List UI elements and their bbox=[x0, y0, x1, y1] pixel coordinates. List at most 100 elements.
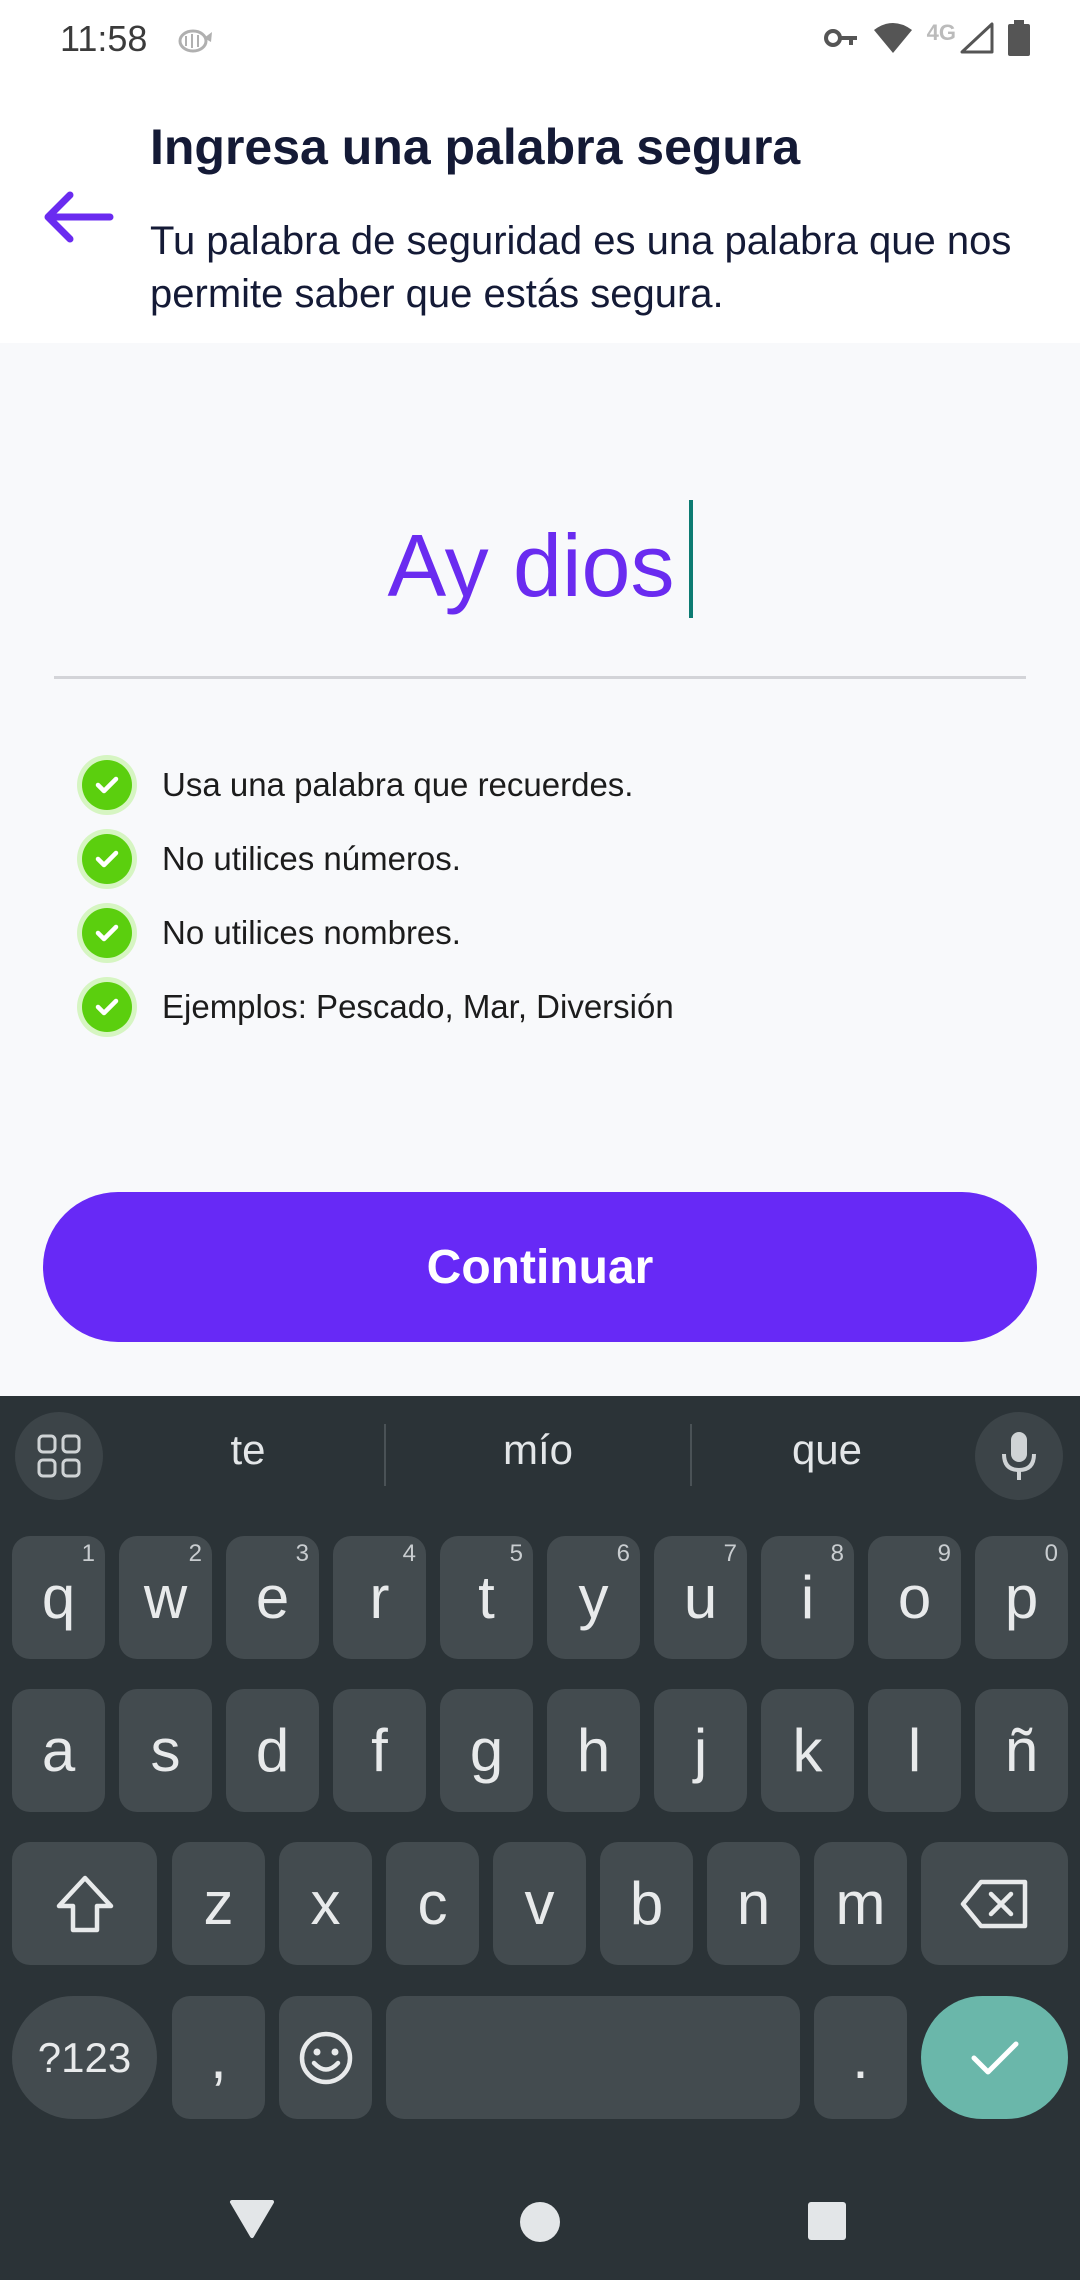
key-number-hint: 4 bbox=[402, 1540, 416, 1567]
network-type-label: 4G bbox=[926, 20, 956, 45]
key-number-hint: 2 bbox=[188, 1540, 202, 1567]
key-number-hint: 9 bbox=[937, 1540, 951, 1567]
key-t[interactable]: t5 bbox=[440, 1536, 533, 1659]
key-l[interactable]: l bbox=[868, 1689, 961, 1812]
key-j[interactable]: j bbox=[654, 1689, 747, 1812]
key-number-hint: 6 bbox=[616, 1540, 630, 1567]
key-e[interactable]: e3 bbox=[226, 1536, 319, 1659]
key-number-hint: 3 bbox=[295, 1540, 309, 1567]
microphone-icon[interactable] bbox=[975, 1412, 1063, 1500]
key-label: i bbox=[800, 1564, 815, 1631]
nav-back-icon[interactable] bbox=[228, 2198, 276, 2245]
header: Ingresa una palabra segura Tu palabra de… bbox=[0, 80, 1080, 343]
key-v[interactable]: v bbox=[493, 1842, 586, 1965]
key-number-hint: 1 bbox=[81, 1540, 95, 1567]
rule-item: Usa una palabra que recuerdes. bbox=[82, 748, 674, 822]
rules-list: Usa una palabra que recuerdes. No utilic… bbox=[82, 748, 674, 1044]
suggestion-1[interactable]: te bbox=[148, 1426, 348, 1474]
key-c[interactable]: c bbox=[386, 1842, 479, 1965]
key-label: u bbox=[683, 1564, 718, 1631]
key-number-hint: 5 bbox=[509, 1540, 523, 1567]
rule-text: Usa una palabra que recuerdes. bbox=[162, 766, 634, 803]
key-y[interactable]: y6 bbox=[547, 1536, 640, 1659]
enter-key[interactable] bbox=[921, 1996, 1068, 2119]
rule-item: No utilices números. bbox=[82, 822, 674, 896]
key-label: e bbox=[255, 1564, 290, 1631]
key-enye[interactable]: ñ bbox=[975, 1689, 1068, 1812]
key-h[interactable]: h bbox=[547, 1689, 640, 1812]
word-input-value: Ay dios bbox=[387, 516, 675, 615]
key-f[interactable]: f bbox=[333, 1689, 426, 1812]
key-label: w bbox=[143, 1564, 188, 1631]
key-number-hint: 8 bbox=[830, 1540, 844, 1567]
back-arrow-icon[interactable] bbox=[38, 182, 116, 252]
comma-key[interactable]: , bbox=[172, 1996, 265, 2119]
key-label: q bbox=[41, 1564, 76, 1631]
key-i[interactable]: i8 bbox=[761, 1536, 854, 1659]
rule-text: Ejemplos: Pescado, Mar, Diversión bbox=[162, 988, 674, 1025]
key-z[interactable]: z bbox=[172, 1842, 265, 1965]
suggestion-3[interactable]: que bbox=[727, 1426, 927, 1474]
text-cursor bbox=[688, 500, 693, 618]
rule-text: No utilices números. bbox=[162, 840, 461, 877]
emoji-smiley-icon bbox=[299, 2031, 352, 2084]
shift-key[interactable] bbox=[12, 1842, 157, 1965]
backspace-icon bbox=[960, 1879, 1027, 1928]
symbols-key[interactable]: ?123 bbox=[12, 1996, 157, 2119]
key-n[interactable]: n bbox=[707, 1842, 800, 1965]
key-q[interactable]: q1 bbox=[12, 1536, 105, 1659]
continue-button[interactable]: Continuar bbox=[43, 1192, 1037, 1342]
key-o[interactable]: o9 bbox=[868, 1536, 961, 1659]
navigation-bar bbox=[0, 2162, 1080, 2280]
page-subtitle: Tu palabra de seguridad es una palabra q… bbox=[150, 219, 1012, 316]
status-time: 11:58 bbox=[60, 18, 148, 59]
key-label: y bbox=[578, 1564, 609, 1631]
backspace-key[interactable] bbox=[921, 1842, 1068, 1965]
check-circle-icon bbox=[82, 760, 132, 810]
suggestion-bar: te mío que bbox=[0, 1396, 1080, 1514]
input-underline bbox=[54, 676, 1026, 679]
key-x[interactable]: x bbox=[279, 1842, 372, 1965]
suggestion-2[interactable]: mío bbox=[438, 1426, 638, 1474]
period-key[interactable]: . bbox=[814, 1996, 907, 2119]
battery-icon bbox=[1008, 19, 1030, 61]
word-input[interactable]: Ay dios bbox=[0, 500, 1080, 618]
key-a[interactable]: a bbox=[12, 1689, 105, 1812]
key-m[interactable]: m bbox=[814, 1842, 907, 1965]
space-key[interactable] bbox=[386, 1996, 800, 2119]
check-circle-icon bbox=[82, 908, 132, 958]
key-s[interactable]: s bbox=[119, 1689, 212, 1812]
rule-item: Ejemplos: Pescado, Mar, Diversión bbox=[82, 970, 674, 1044]
emoji-key[interactable] bbox=[279, 1996, 372, 2119]
key-b[interactable]: b bbox=[600, 1842, 693, 1965]
nav-recents-icon[interactable] bbox=[806, 2200, 848, 2247]
cell-signal-icon bbox=[960, 22, 994, 59]
notification-cat-icon bbox=[176, 24, 216, 59]
keyboard-menu-grid-icon[interactable] bbox=[15, 1412, 103, 1500]
vpn-key-icon bbox=[823, 26, 859, 55]
keyboard: te mío que q1 w2 e3 r4 t5 y6 u7 i8 o9 p0… bbox=[0, 1396, 1080, 2280]
key-p[interactable]: p0 bbox=[975, 1536, 1068, 1659]
key-number-hint: 7 bbox=[723, 1540, 737, 1567]
key-label: t bbox=[478, 1564, 495, 1631]
key-w[interactable]: w2 bbox=[119, 1536, 212, 1659]
shift-arrow-icon bbox=[56, 1875, 113, 1932]
key-label: p bbox=[1004, 1564, 1039, 1631]
suggestion-separator bbox=[690, 1424, 692, 1486]
page-title: Ingresa una palabra segura bbox=[150, 119, 801, 175]
status-bar: 11:58 4G bbox=[0, 0, 1080, 80]
check-circle-icon bbox=[82, 834, 132, 884]
check-circle-icon bbox=[82, 982, 132, 1032]
key-r[interactable]: r4 bbox=[333, 1536, 426, 1659]
key-label: o bbox=[897, 1564, 932, 1631]
key-g[interactable]: g bbox=[440, 1689, 533, 1812]
key-number-hint: 0 bbox=[1044, 1540, 1058, 1567]
key-k[interactable]: k bbox=[761, 1689, 854, 1812]
key-d[interactable]: d bbox=[226, 1689, 319, 1812]
key-u[interactable]: u7 bbox=[654, 1536, 747, 1659]
checkmark-icon bbox=[971, 2041, 1018, 2074]
nav-home-icon[interactable] bbox=[518, 2200, 562, 2249]
suggestion-separator bbox=[384, 1424, 386, 1486]
rule-item: No utilices nombres. bbox=[82, 896, 674, 970]
key-label: r bbox=[369, 1564, 390, 1631]
